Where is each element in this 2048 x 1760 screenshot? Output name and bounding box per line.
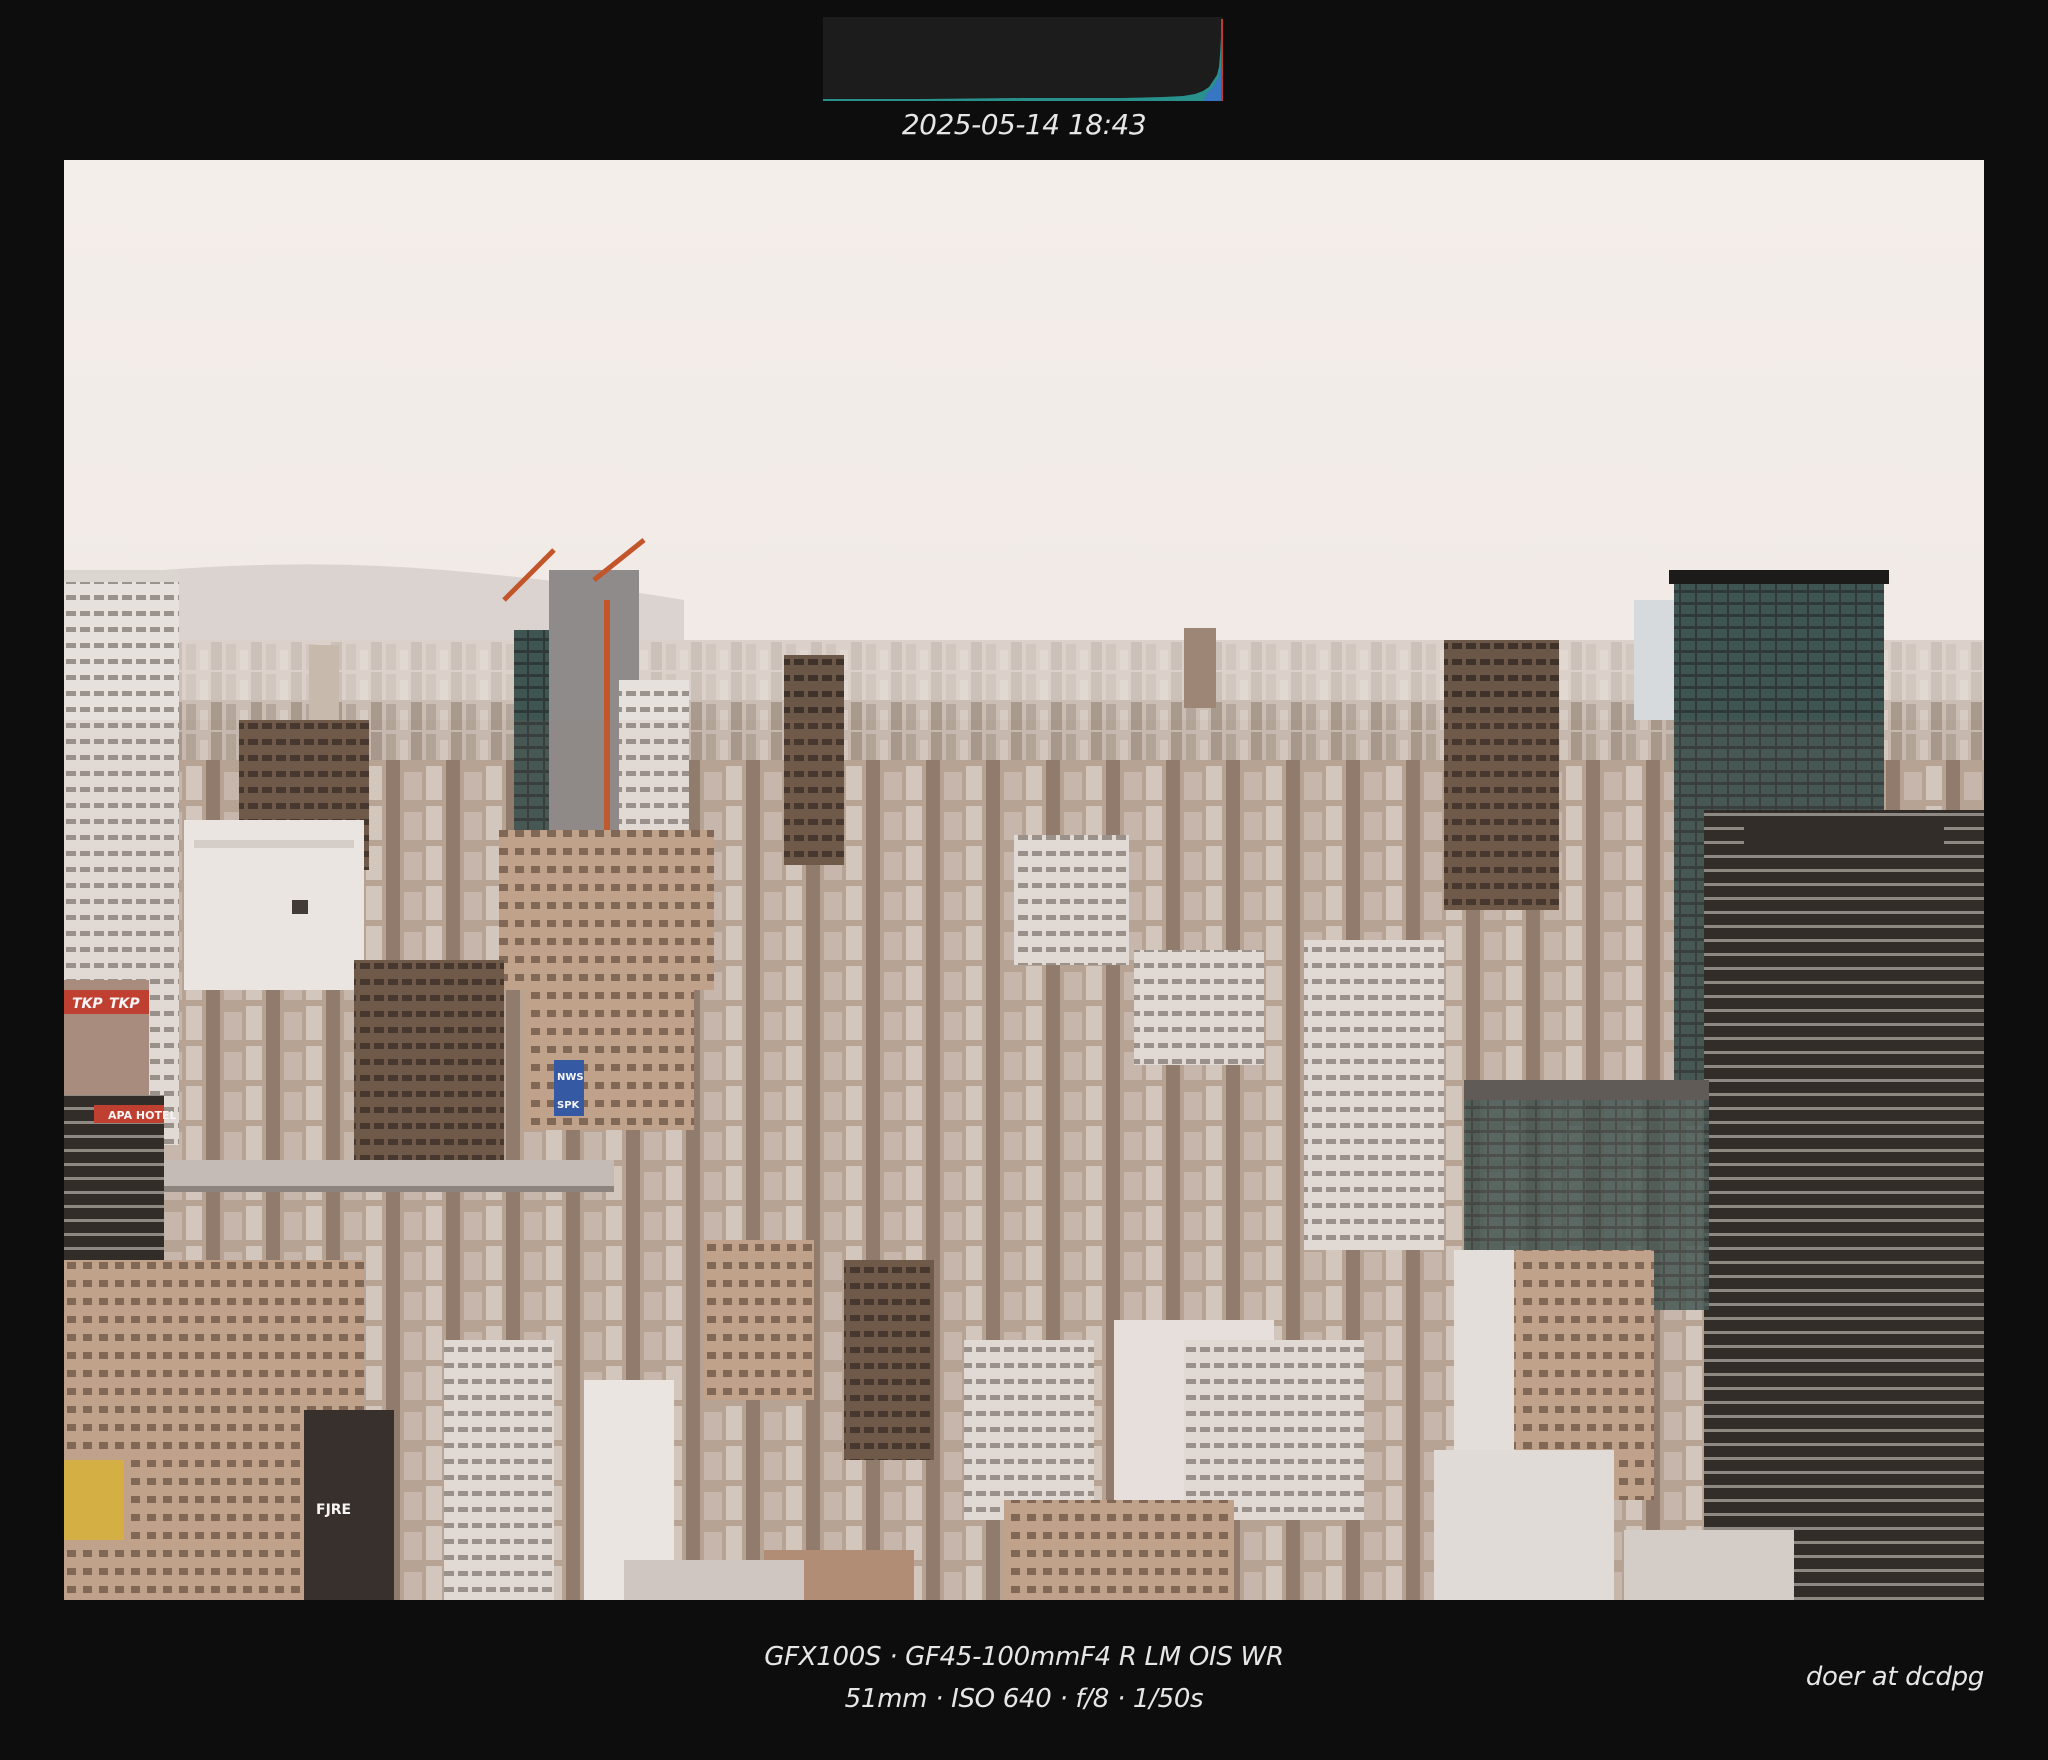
histogram-graph [823, 19, 1223, 101]
exif-settings: 51mm · ISO 640 · f/8 · 1/50s [844, 1684, 1204, 1714]
capture-timestamp: 2025-05-14 18:43 [901, 108, 1147, 141]
city-skyline-photo: TKP TKP APA HOTEL NWS SPK FJRE [64, 160, 1984, 1600]
exif-camera-lens: GFX100S · GF45-100mmF4 R LM OIS WR [764, 1642, 1284, 1672]
photographer-credit: doer at dcdpg [1805, 1662, 1984, 1692]
photo: TKP TKP APA HOTEL NWS SPK FJRE [64, 160, 1984, 1600]
histogram [823, 17, 1223, 101]
